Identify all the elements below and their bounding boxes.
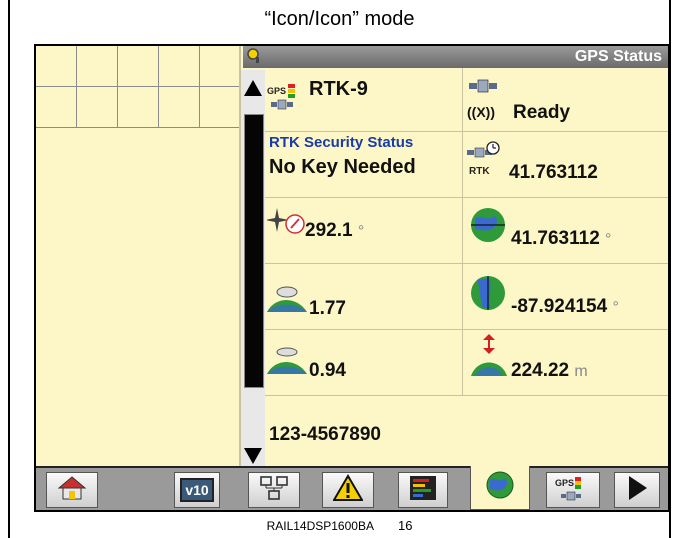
page-number: 16 [397,518,413,533]
chart-button[interactable] [398,472,448,508]
rtk-value: 41.763112 [509,162,598,183]
pdop-value: 1.77 [309,298,346,319]
gps-mode-value: RTK-9 [309,78,368,100]
hdop-value: 0.94 [309,360,346,381]
home-icon [57,475,87,506]
pdop-cell: 1.77 [265,264,462,330]
map-grid [36,46,242,476]
globe-longitude-icon [469,274,507,317]
bar-chart-icon [409,475,437,506]
rtk-security-value: No Key Needed [269,156,416,178]
gps-satellite-icon: GPS [553,476,593,504]
rtk-security-title: RTK Security Status [269,134,414,151]
svg-text:GPS: GPS [267,86,286,96]
latitude-value: 41.763112 ° [511,228,612,249]
gps-signal-icon: GPS [267,82,313,119]
network-icon [259,475,289,506]
receiver-status-value: Ready [513,102,571,123]
warning-button[interactable] [322,472,374,508]
figure-code: RAIL14DSP1600BA [266,519,374,533]
v10-icon: v10 [180,478,214,502]
network-button[interactable] [248,472,300,508]
globe-icon [485,470,515,505]
altitude-value: 224.22 m [511,360,588,381]
satellite-horizon-icon [267,346,307,381]
scroll-thumb[interactable] [244,114,264,388]
compass-heading-icon [265,204,307,243]
scroll-down-icon[interactable] [244,448,262,464]
satellite-dish-icon [267,282,307,321]
play-arrow-icon [625,474,649,507]
longitude-cell: -87.924154 ° [462,264,668,330]
gps-mode-cell: GPS RTK-9 [265,68,462,132]
hdop-cell: 0.94 [265,330,462,396]
bottom-toolbar: v10 GPS [36,466,668,510]
gps-button[interactable]: GPS [546,472,600,508]
receiver-status-cell: ((X)) Ready [462,68,668,132]
next-page-button[interactable] [614,472,660,508]
rtk-security-cell: RTK Security Status No Key Needed [265,132,462,198]
longitude-value: -87.924154 ° [511,296,619,317]
version-button[interactable]: v10 [174,472,220,508]
latitude-cell: 41.763112 ° [462,198,668,264]
radio-signal-icon: ((X)) [467,104,495,120]
home-button[interactable] [46,472,98,508]
mode-caption: “Icon/Icon” mode [264,8,415,30]
heading-cell: 292.1 ° [265,198,462,264]
globe-latitude-icon [469,206,507,249]
display-screen: GPS Status GPS RTK-9 ((X)) Ready RTK Sec… [34,44,670,512]
altitude-icon [469,334,509,383]
lock-icon [247,48,261,67]
scroll-up-icon[interactable] [244,80,262,96]
serial-number-value: 123-4567890 [269,424,381,445]
rtk-clock-icon: RTK [467,140,507,185]
page-title: GPS Status [574,48,662,65]
figure-caption: RAIL14DSP1600BA 16 [10,518,669,533]
heading-value: 292.1 ° [305,220,365,241]
serial-cell: 123-4567890 [265,396,668,466]
svg-text:RTK: RTK [469,166,490,177]
altitude-cell: 224.22 m [462,330,668,396]
satellite-icon [469,78,499,101]
globe-tab-button[interactable] [470,466,530,510]
document-frame: “Icon/Icon” mode GPS Status GPS RTK-9 ((… [8,0,671,538]
warning-icon [332,473,364,507]
title-bar: GPS Status [243,46,668,68]
rtk-cell: RTK 41.763112 [462,132,668,198]
vertical-scrollbar[interactable] [241,70,265,468]
